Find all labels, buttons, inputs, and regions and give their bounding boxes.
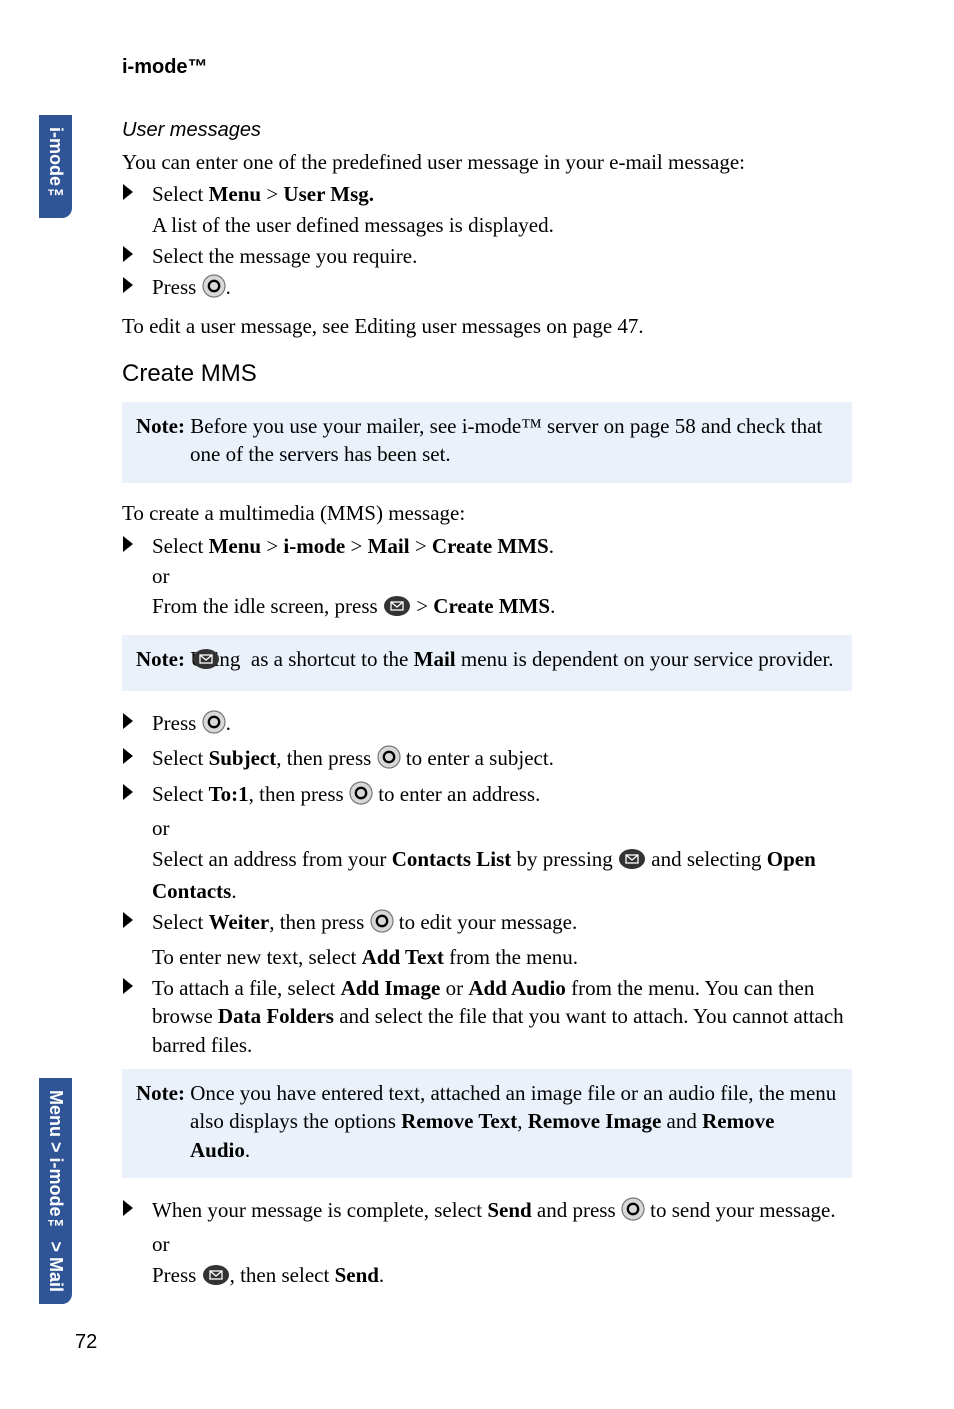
triangle-bullet-icon [122,780,140,805]
list-item: Select Menu > User Msg. A list of the us… [122,180,852,239]
mail-key-icon [383,595,411,624]
content-area: i-mode™ User messages You can enter one … [122,56,852,1299]
triangle-bullet-icon [122,1196,140,1221]
list-item: Select Subject, then press to enter a su… [122,744,852,776]
tab-chapter: i-mode™ [39,115,72,218]
step-text: To attach a file, select Add Image or Ad… [152,974,852,1059]
step-text: Select the message you require. [152,242,417,270]
user-messages-intro: You can enter one of the predefined user… [122,148,852,176]
note-box: Note: Before you use your mailer, see i-… [122,402,852,483]
note-label: Note: [136,1081,185,1105]
create-mms-step-1: Select Menu > i-mode > Mail > Create MMS… [122,532,852,625]
step-text: Select To:1, then press to enter an addr… [152,780,852,905]
list-item: Press . [122,273,852,305]
step-text: Select Subject, then press to enter a su… [152,744,554,776]
triangle-bullet-icon [122,242,140,267]
mail-key-icon [618,848,646,877]
user-messages-steps: Select Menu > User Msg. A list of the us… [122,180,852,305]
list-item: Select the message you require. [122,242,852,270]
triangle-bullet-icon [122,180,140,205]
list-item: Press . [122,709,852,741]
select-key-icon [349,781,373,812]
note-label: Note: [136,647,185,671]
note-box: Note: Using as a shortcut to the Mail me… [122,635,852,691]
create-mms-final: When your message is complete, select Se… [122,1196,852,1293]
step-text: Select Menu > User Msg. A list of the us… [152,180,554,239]
heading-create-mms: Create MMS [122,360,852,388]
mail-key-icon [202,1264,230,1293]
select-key-icon [370,909,394,940]
triangle-bullet-icon [122,532,140,557]
step-text: When your message is complete, select Se… [152,1196,836,1293]
list-item: To attach a file, select Add Image or Ad… [122,974,852,1059]
select-key-icon [377,745,401,776]
list-item: Select To:1, then press to enter an addr… [122,780,852,905]
triangle-bullet-icon [122,908,140,933]
list-item: Select Menu > i-mode > Mail > Create MMS… [122,532,852,625]
page-number: 72 [75,1331,97,1354]
triangle-bullet-icon [122,974,140,999]
list-item: When your message is complete, select Se… [122,1196,852,1293]
select-key-icon [202,710,226,741]
triangle-bullet-icon [122,709,140,734]
heading-user-messages: User messages [122,119,852,142]
step-text: Select Menu > i-mode > Mail > Create MMS… [152,532,555,625]
triangle-bullet-icon [122,744,140,769]
note-box: Note: Once you have entered text, attach… [122,1069,852,1178]
list-item: Select Weiter, then press to edit your m… [122,908,852,971]
note-text: Before you use your mailer, see i-mode™ … [185,414,822,466]
tab-breadcrumb: Menu > i-mode™ > Mail [39,1078,72,1304]
select-key-icon [202,274,226,305]
sidebar: i-mode™ Menu > i-mode™ > Mail [0,0,75,1409]
user-messages-after: To edit a user message, see Editing user… [122,312,852,340]
step-text: Press . [152,709,231,741]
step-text: Press . [152,273,231,305]
chapter-title: i-mode™ [122,56,852,79]
step-text: Select Weiter, then press to edit your m… [152,908,578,971]
page-root: { "sidebar": { "tab_top": "i-mode™", "ta… [0,0,954,1409]
triangle-bullet-icon [122,273,140,298]
select-key-icon [621,1197,645,1228]
note-label: Note: [136,414,185,438]
create-mms-steps-2: Press . Select Subject, then press to en… [122,709,852,1059]
create-mms-intro: To create a multimedia (MMS) message: [122,501,852,526]
